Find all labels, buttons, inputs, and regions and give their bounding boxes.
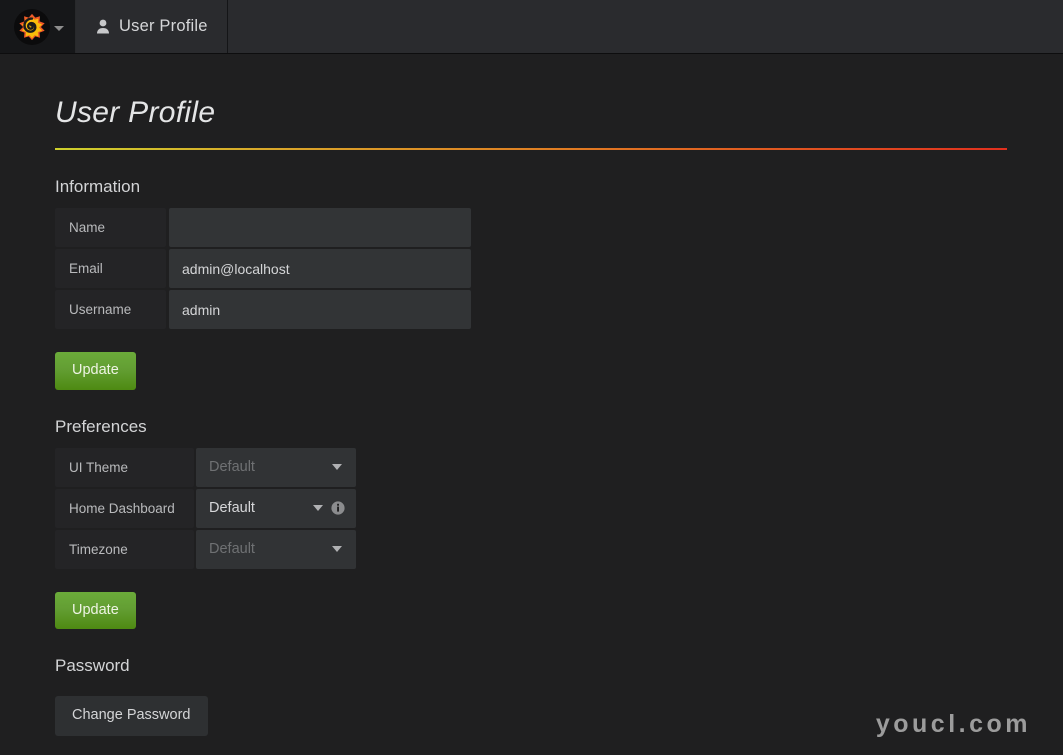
ui-theme-value: Default [209, 459, 255, 475]
input-wrap-name [169, 208, 471, 247]
home-dashboard-select[interactable]: Default [196, 488, 356, 528]
preferences-update-button[interactable]: Update [55, 591, 136, 629]
chevron-down-icon [332, 546, 342, 552]
grafana-logo-icon [13, 8, 50, 45]
label-name: Name [55, 208, 166, 247]
title-divider [55, 148, 1007, 150]
form-row-ui-theme: UI Theme Default [55, 447, 1063, 487]
timezone-value: Default [209, 541, 255, 557]
information-form: Name Email Username Update [55, 208, 1063, 390]
label-timezone: Timezone [55, 529, 194, 569]
label-username: Username [55, 290, 166, 329]
grafana-logo-button[interactable] [0, 0, 76, 53]
info-icon[interactable] [331, 501, 345, 515]
chevron-down-icon [332, 464, 342, 470]
timezone-select[interactable]: Default [196, 529, 356, 569]
username-input[interactable] [169, 290, 471, 329]
nav-tab-user-profile[interactable]: User Profile [76, 0, 228, 53]
chevron-down-icon [53, 26, 64, 31]
page-content: User Profile Information Name Email User… [0, 54, 1063, 736]
section-title-information: Information [55, 177, 141, 196]
form-row-timezone: Timezone Default [55, 529, 1063, 569]
label-email: Email [55, 249, 166, 288]
nav-tab-label: User Profile [119, 17, 208, 35]
form-row-email: Email [55, 249, 1063, 288]
section-title-preferences: Preferences [55, 416, 147, 436]
input-wrap-email [169, 249, 471, 288]
preferences-form: UI Theme Default Home Dashboard Default [55, 447, 1063, 629]
ui-theme-select[interactable]: Default [196, 447, 356, 487]
information-update-button[interactable]: Update [55, 352, 136, 390]
form-row-name: Name [55, 208, 1063, 247]
label-home-dashboard: Home Dashboard [55, 488, 194, 528]
email-input[interactable] [169, 249, 471, 288]
change-password-button[interactable]: Change Password [55, 696, 208, 736]
input-wrap-username [169, 290, 471, 329]
home-dashboard-value: Default [209, 500, 255, 516]
page-title: User Profile [55, 96, 216, 129]
select-wrap-timezone: Default [196, 529, 356, 569]
user-icon [96, 19, 110, 34]
watermark: youcl.com [875, 710, 1031, 738]
select-wrap-ui-theme: Default [196, 447, 356, 487]
section-title-password: Password [55, 656, 130, 675]
select-wrap-home-dashboard: Default [196, 488, 356, 528]
label-ui-theme: UI Theme [55, 447, 194, 487]
name-input[interactable] [169, 208, 471, 247]
top-navbar: User Profile [0, 0, 1063, 54]
form-row-username: Username [55, 290, 1063, 329]
form-row-home-dashboard: Home Dashboard Default [55, 488, 1063, 528]
chevron-down-icon [313, 505, 323, 511]
navbar-empty-space [227, 0, 1063, 53]
